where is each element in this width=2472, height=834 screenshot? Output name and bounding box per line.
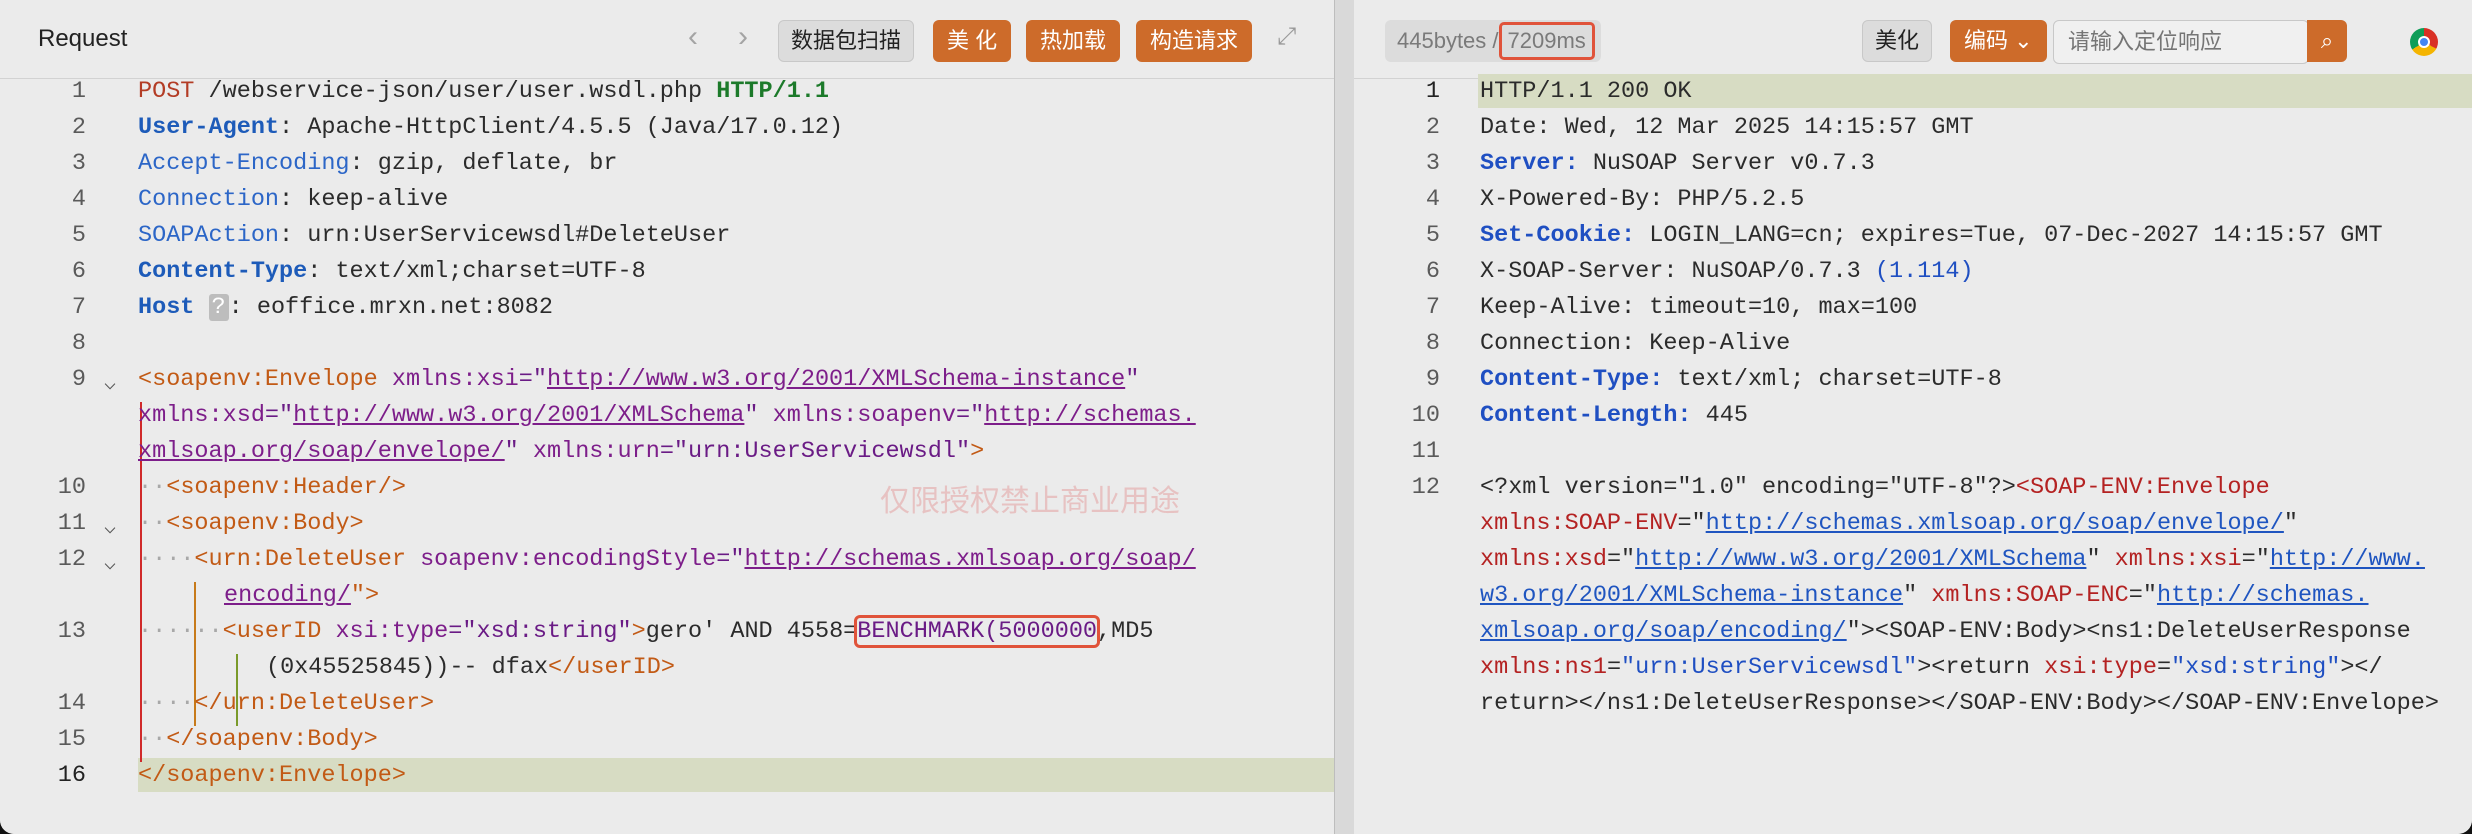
code-line: w3.org/2001/XMLSchema-instance" xmlns:SO… (1480, 582, 2369, 609)
hot-load-button[interactable]: 热加载 (1026, 20, 1121, 62)
code-line: ··<soapenv:Body> (138, 510, 364, 537)
fold-chevron-icon[interactable]: ⌵ (104, 514, 116, 540)
code-line: ····</urn:DeleteUser> (138, 690, 435, 717)
line-number: 15 (57, 726, 86, 753)
fold-chevron-icon[interactable]: ⌵ (104, 370, 116, 396)
line-number: 2 (1425, 114, 1440, 141)
response-stats: 445bytes /7209ms (1385, 20, 1601, 62)
encoding-dropdown[interactable]: 编码 ⌄ (1950, 20, 2047, 62)
code-line: xmlsoap.org/soap/encoding/"><SOAP-ENV:Bo… (1480, 618, 2411, 645)
build-request-button[interactable]: 构造请求 (1136, 20, 1253, 62)
line-number: 11 (1411, 438, 1440, 465)
code-line: (0x45525845))-- dfax</userID> (266, 654, 675, 681)
code-line: Date: Wed, 12 Mar 2025 14:15:57 GMT (1480, 114, 1974, 141)
code-line: Host ?: eoffice.mrxn.net:8082 (138, 294, 553, 321)
code-line: <soapenv:Envelope xmlns:xsi="http://www.… (138, 366, 1140, 393)
code-line: Content-Type: text/xml;charset=UTF-8 (138, 258, 646, 285)
app-window: Request ‹ › 数据包扫描 美 化 热加载 构造请求 ⤢ 1 2 3 4… (0, 0, 2472, 834)
line-number: 3 (71, 150, 86, 177)
response-beautify-button[interactable]: 美化 (1862, 20, 1933, 62)
code-line: return></ns1:DeleteUserResponse></SOAP-E… (1480, 690, 2439, 717)
code-line: <?xml version="1.0" encoding="UTF-8"?><S… (1480, 474, 2270, 501)
line-number: 1 (71, 78, 86, 105)
line-number: 2 (71, 114, 86, 141)
code-line: xmlsoap.org/soap/envelope/" xmlns:urn="u… (138, 438, 985, 465)
line-number: 8 (1425, 330, 1440, 357)
code-line: Connection: Keep-Alive (1480, 330, 1791, 357)
forward-arrow-icon[interactable]: › (738, 22, 748, 52)
benchmark-highlight: BENCHMARK(5000000 (854, 615, 1101, 648)
line-number: 6 (1425, 258, 1440, 285)
expand-icon[interactable]: ⤢ (1277, 25, 1299, 49)
code-line: Server: NuSOAP Server v0.7.3 (1480, 150, 1875, 177)
chrome-icon[interactable] (2410, 28, 2438, 56)
code-line: Content-Type: text/xml; charset=UTF-8 (1480, 366, 2002, 393)
code-line: ····<urn:DeleteUser soapenv:encodingStyl… (138, 546, 1196, 573)
request-title: Request (38, 25, 128, 52)
request-pane: Request ‹ › 数据包扫描 美 化 热加载 构造请求 ⤢ 1 2 3 4… (0, 0, 1334, 834)
code-line: xmlns:xsd="http://www.w3.org/2001/XMLSch… (1480, 546, 2425, 573)
code-line: User-Agent: Apache-HttpClient/4.5.5 (Jav… (138, 114, 844, 141)
line-number: 3 (1425, 150, 1440, 177)
search-icon[interactable]: ⌕ (2307, 20, 2347, 62)
code-line: Set-Cookie: LOGIN_LANG=cn; expires=Tue, … (1480, 222, 2383, 249)
code-line: Content-Length: 445 (1480, 402, 1748, 429)
request-toolbar: Request ‹ › 数据包扫描 美 化 热加载 构造请求 ⤢ (0, 0, 1334, 79)
line-number: 4 (71, 186, 86, 213)
code-line: </soapenv:Envelope> (138, 762, 406, 789)
response-viewer[interactable]: 1 2 3 4 5 6 7 8 9 10 11 12 HTTP/1.1 200 … (1354, 74, 2472, 834)
code-line: ······<userID xsi:type="xsd:string">gero… (138, 615, 1154, 648)
code-line: xmlns:ns1="urn:UserServicewsdl"><return … (1480, 654, 2383, 681)
help-badge[interactable]: ? (208, 294, 229, 321)
line-number: 12 (57, 546, 86, 573)
request-editor[interactable]: 1 2 3 4 5 6 7 8 9 10 11 12 13 14 15 16 ⌵… (0, 78, 1334, 834)
code-line: SOAPAction: urn:UserServicewsdl#DeleteUs… (138, 222, 731, 249)
line-number: 5 (71, 222, 86, 249)
line-number: 16 (57, 762, 86, 789)
code-line: HTTP/1.1 200 OK (1480, 78, 1692, 105)
line-number: 5 (1425, 222, 1440, 249)
beautify-button[interactable]: 美 化 (933, 20, 1012, 62)
line-number: 9 (1425, 366, 1440, 393)
back-arrow-icon[interactable]: ‹ (688, 22, 698, 52)
response-search[interactable] (2053, 20, 2309, 64)
line-number: 14 (57, 690, 86, 717)
line-number: 8 (71, 330, 86, 357)
response-search-input[interactable] (2066, 21, 2300, 63)
code-line: xmlns:SOAP-ENV="http://schemas.xmlsoap.o… (1480, 510, 2298, 537)
code-line: X-SOAP-Server: NuSOAP/0.7.3 (1.114) (1480, 258, 1974, 285)
line-number: 1 (1425, 78, 1440, 105)
fold-chevron-icon[interactable]: ⌵ (104, 550, 116, 576)
line-number: 4 (1425, 186, 1440, 213)
response-time: 7209ms (1498, 22, 1595, 60)
code-line: xmlns:xsd="http://www.w3.org/2001/XMLSch… (138, 402, 1196, 429)
code-line: Accept-Encoding: gzip, deflate, br (138, 150, 618, 177)
packet-scan-button[interactable]: 数据包扫描 (778, 20, 915, 62)
response-size: 445bytes (1397, 28, 1487, 53)
line-number: 7 (71, 294, 86, 321)
line-number: 13 (57, 618, 86, 645)
code-line: X-Powered-By: PHP/5.2.5 (1480, 186, 1805, 213)
line-number: 9 (71, 366, 86, 393)
line-number: 7 (1425, 294, 1440, 321)
line-number: 6 (71, 258, 86, 285)
code-line: Keep-Alive: timeout=10, max=100 (1480, 294, 1918, 321)
line-number: 11 (57, 510, 86, 537)
line-number: 10 (1411, 402, 1440, 429)
line-number: 12 (1411, 474, 1440, 501)
code-line: ··<soapenv:Header/> (138, 474, 406, 501)
code-line: POST /webservice-json/user/user.wsdl.php… (138, 78, 830, 105)
code-line: ··</soapenv:Body> (138, 726, 378, 753)
pane-divider[interactable] (1334, 0, 1356, 834)
code-line: encoding/"> (224, 582, 380, 609)
code-line: Connection: keep-alive (138, 186, 449, 213)
watermark: 仅限授权禁止商业用途 (880, 484, 1180, 519)
line-number: 10 (57, 474, 86, 501)
